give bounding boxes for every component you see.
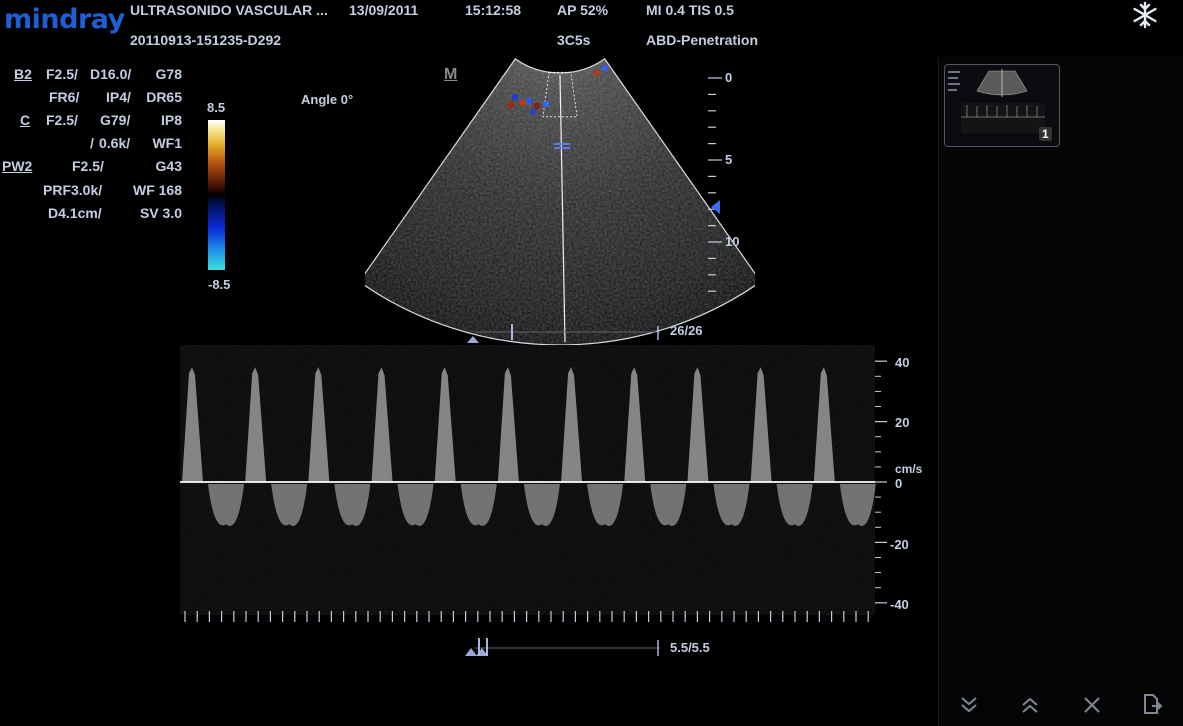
depth-label-5: 5 [725,152,733,167]
mindray-logo: mindray [4,4,125,35]
page-up-button[interactable] [1013,692,1047,726]
c-wall-filter: WF1 [152,135,182,151]
b-dynamic-range: DR65 [146,89,182,105]
double-chevron-up-icon [1022,697,1038,713]
snowflake-icon[interactable] [1130,0,1160,30]
exam-date: 13/09/2011 [349,2,419,18]
pw-wall-filter: WF 168 [132,182,182,198]
patient-id: 20110913-151235-D292 [130,32,282,48]
cine-review-bar-bottom[interactable] [470,632,670,658]
velocity-label-neg20: -20 [890,537,909,552]
b-gain: G78 [155,66,182,82]
color-flow-pixel [601,64,609,72]
cine-counter-top: 26/26 [670,323,703,338]
cine-counter-bottom: 5.5/5.5 [670,640,710,655]
b-mode-label: B2 [14,66,32,82]
color-flow-pixel [525,97,533,105]
exam-preset: ABD-Penetration [646,32,759,48]
velocity-label-0: 0 [895,476,903,491]
acoustic-power: AP 52% [557,2,609,18]
probe-name: 3C5s [557,32,591,48]
thumbnail-index: 1 [1039,127,1052,141]
b-depth: D16.0/ [90,66,132,82]
color-flow-pixel [542,100,550,108]
exit-icon [1144,694,1163,714]
color-flow-pixel [533,102,541,110]
color-flow-pixel [529,108,537,116]
velocity-unit: cm/s [895,462,923,476]
velocity-label-20: 20 [895,415,910,430]
cine-review-bar-top[interactable] [470,320,670,344]
velocity-label-neg40: -40 [890,597,909,612]
delete-button[interactable] [1075,692,1109,726]
pw-mode-label: PW2 [2,158,33,174]
b-frame-rate: FR6/ [49,89,80,105]
b-freq: F2.5/ [46,66,78,82]
exam-title: ULTRASONIDO VASCULAR ... [130,2,328,18]
pw-gate-depth: D4.1cm/ [48,205,102,221]
c-image-process: IP8 [160,112,182,128]
color-flow-pixel [511,93,519,101]
angle-correction: Angle 0° [301,92,354,107]
exam-time: 15:12:58 [465,2,522,18]
spectral-doppler-trace [180,345,887,622]
depth-scale [708,77,722,292]
depth-label-0: 0 [725,70,733,85]
color-flow-pixel [519,99,527,107]
mi-tis-index: MI 0.4 TIS 0.5 [646,2,734,18]
c-mode-label: C [20,112,31,128]
exit-button[interactable] [1135,692,1169,726]
c-gain: G79/ [100,112,131,128]
color-velocity-bar [208,120,225,270]
velocity-label-40: 40 [895,355,910,370]
close-icon [1084,697,1100,713]
c-freq: F2.5/ [46,112,78,128]
thumbnail-panel [938,57,1183,726]
c-prf: 0.6k/ [99,135,131,151]
depth-label-10: 10 [725,234,740,249]
color-flow-pixel [593,69,601,77]
pw-prf: PRF3.0k/ [43,182,103,198]
color-flow-pixel [507,101,515,109]
b-image-process: IP4/ [106,89,131,105]
page-down-button[interactable] [952,692,986,726]
pw-freq: F2.5/ [72,158,104,174]
focus-marker-icon[interactable] [711,200,720,214]
pw-sample-volume: SV 3.0 [139,205,182,221]
color-bar-min: -8.5 [208,277,231,292]
b-mode-image [365,58,755,346]
color-bar-max: 8.5 [207,100,226,115]
double-chevron-down-icon [961,697,977,713]
c-slash: / [90,135,94,151]
pw-gain: G43 [155,158,182,174]
